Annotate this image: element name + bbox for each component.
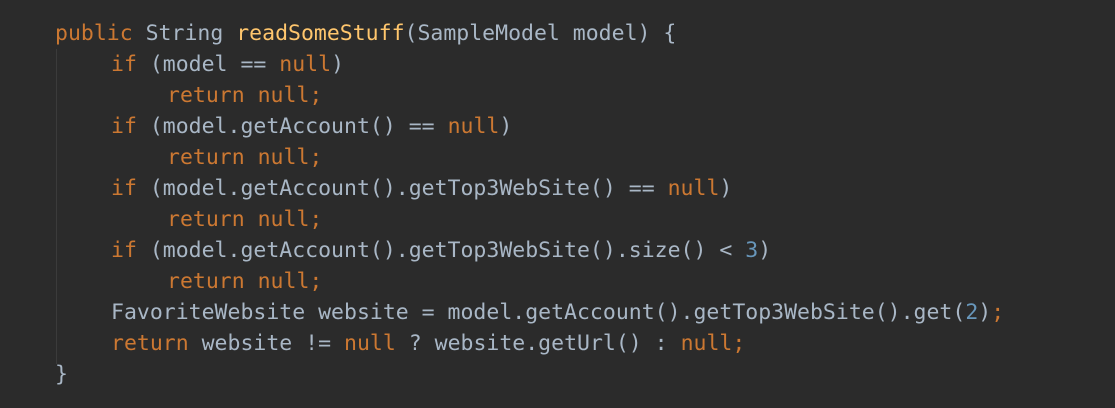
code-token: return null; — [167, 207, 323, 232]
code-line[interactable]: if (model.getAccount().getTop3WebSite().… — [0, 235, 1115, 266]
code-token: (model == — [136, 52, 280, 77]
code-token: ) — [758, 238, 772, 263]
code-token: null — [447, 114, 500, 139]
code-line[interactable]: return null; — [0, 266, 1115, 297]
code-line[interactable]: return null; — [0, 142, 1115, 173]
code-editor[interactable]: public String readSomeStuff(SampleModel … — [0, 0, 1115, 408]
code-token: if — [111, 238, 137, 263]
code-token: (model.getAccount().getTop3WebSite() == — [136, 176, 668, 201]
code-token: if — [111, 176, 137, 201]
code-token: String — [132, 21, 237, 46]
code-line[interactable]: return null; — [0, 80, 1115, 111]
code-token: return null; — [167, 269, 323, 294]
code-token: ) — [499, 114, 513, 139]
code-token: ) — [978, 300, 992, 325]
code-line[interactable]: if (model == null) — [0, 49, 1115, 80]
code-token: null — [344, 331, 396, 356]
code-line[interactable]: FavoriteWebsite website = model.getAccou… — [0, 297, 1115, 328]
code-token: return null; — [167, 145, 323, 170]
code-token: null — [667, 176, 720, 201]
code-token: ) — [331, 52, 345, 77]
code-token: return — [111, 331, 189, 356]
code-token: 2 — [965, 300, 979, 325]
code-token: (model.getAccount().getTop3WebSite().siz… — [136, 238, 746, 263]
code-token: ) — [719, 176, 733, 201]
code-token: public — [55, 21, 133, 46]
code-line[interactable]: if (model.getAccount().getTop3WebSite() … — [0, 173, 1115, 204]
code-token: 3 — [745, 238, 759, 263]
code-token: website != — [188, 331, 345, 356]
code-token: readSomeStuff — [236, 21, 405, 46]
code-token: ; — [991, 300, 1005, 325]
code-token: ? website.getUrl() : — [395, 331, 681, 356]
code-token: return null; — [167, 83, 323, 108]
code-token: null — [279, 52, 332, 77]
code-line[interactable]: return website != null ? website.getUrl(… — [0, 328, 1115, 359]
code-line[interactable]: public String readSomeStuff(SampleModel … — [0, 18, 1115, 49]
code-token: (model.getAccount() == — [136, 114, 448, 139]
code-token: } — [55, 362, 68, 387]
code-token: if — [111, 52, 137, 77]
code-line[interactable]: if (model.getAccount() == null) — [0, 111, 1115, 142]
code-token: (SampleModel model) { — [404, 21, 677, 46]
code-body[interactable]: public String readSomeStuff(SampleModel … — [0, 18, 1115, 390]
code-token: null; — [680, 331, 746, 356]
code-token: FavoriteWebsite website = model.getAccou… — [111, 300, 966, 325]
code-line[interactable]: return null; — [0, 204, 1115, 235]
code-line[interactable]: } — [0, 359, 1115, 390]
code-token: if — [111, 114, 137, 139]
